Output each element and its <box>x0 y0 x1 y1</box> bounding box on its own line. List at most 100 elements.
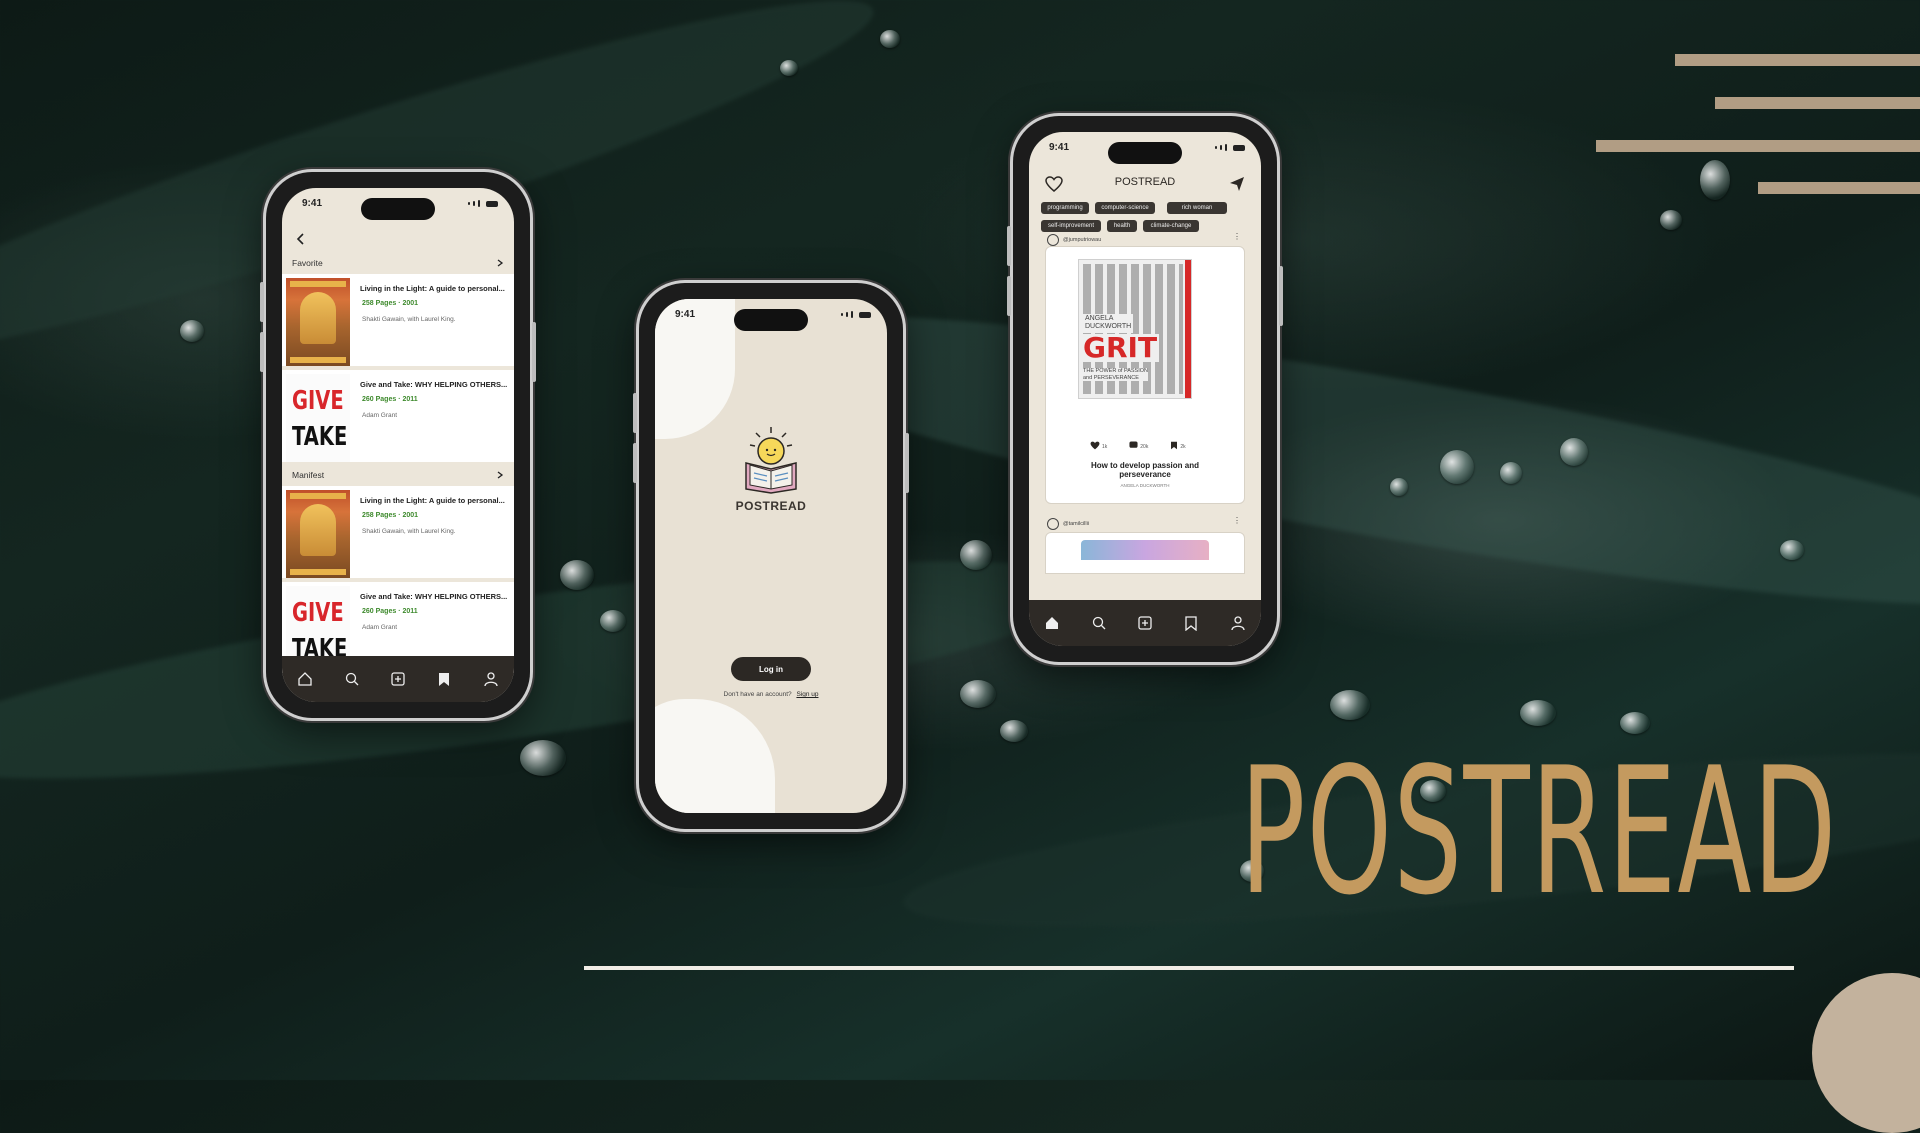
book-author: Adam Grant <box>362 624 398 631</box>
water-droplet <box>180 320 204 342</box>
post-author[interactable]: @tamilcillii <box>1047 518 1089 530</box>
background-leaf <box>0 517 1104 823</box>
search-icon[interactable] <box>341 668 363 690</box>
water-droplet <box>1000 720 1028 742</box>
water-droplet <box>520 740 566 776</box>
status-time: 9:41 <box>1049 142 1070 153</box>
water-droplet <box>600 610 626 632</box>
phone-side-button <box>633 443 637 483</box>
tag-chip[interactable]: rich woman <box>1167 202 1227 214</box>
tag-chip[interactable]: computer-science <box>1095 202 1155 214</box>
bookmark-icon[interactable] <box>433 668 455 690</box>
dynamic-island <box>1108 142 1182 164</box>
phone-side-button <box>260 332 264 372</box>
book-meta: 260 Pages · 2011 <box>362 396 418 403</box>
comment-count: 20k <box>1140 444 1149 450</box>
status-time: 9:41 <box>302 198 323 209</box>
book-row[interactable]: Living in the Light: A guide to personal… <box>282 274 514 366</box>
water-droplet <box>1500 462 1522 484</box>
save-count: 2k <box>1180 444 1186 450</box>
section-header-favorite[interactable]: Favorite <box>282 252 514 274</box>
cover-stripe <box>1185 260 1191 398</box>
phone-side-button <box>905 433 909 493</box>
book-title: Give and Take: WHY HELPING OTHERS... <box>360 592 508 601</box>
post-caption-sub: ANGELA DUCKWORTH <box>1120 483 1170 488</box>
background-blob <box>655 299 735 439</box>
book-meta: 260 Pages · 2011 <box>362 608 418 615</box>
back-icon[interactable] <box>294 232 308 246</box>
bookmark-icon[interactable] <box>1180 612 1202 634</box>
chevron-right-icon <box>497 259 504 267</box>
post-card[interactable]: ANGELA DUCKWORTH GRIT THE POWER of PASSI… <box>1045 246 1245 504</box>
post-author[interactable]: @jumputriowau <box>1047 234 1101 246</box>
tag-chip[interactable]: health <box>1107 220 1137 232</box>
water-droplet <box>560 560 594 590</box>
phone-side-button <box>633 393 637 433</box>
post-caption: How to develop passion and perseverance <box>1090 461 1199 480</box>
book-row[interactable]: GIVE TAKE Give and Take: WHY HELPING OTH… <box>282 370 514 462</box>
like-action[interactable]: 1k <box>1090 441 1107 450</box>
book-cover <box>286 490 350 578</box>
home-icon[interactable] <box>294 668 316 690</box>
section-header-manifest[interactable]: Manifest <box>282 464 514 486</box>
phone-side-button <box>260 282 264 322</box>
signup-link[interactable]: Sign up <box>796 691 818 698</box>
post-username: @tamilcillii <box>1063 521 1090 527</box>
tag-chip[interactable]: self-improvement <box>1041 220 1101 232</box>
book-cover: ANGELA DUCKWORTH GRIT THE POWER of PASSI… <box>1078 259 1192 399</box>
comment-icon <box>1129 441 1138 448</box>
phone-side-button <box>1279 266 1283 326</box>
book-cover <box>286 278 350 366</box>
more-options-icon[interactable]: ⋮ <box>1233 232 1241 241</box>
chevron-right-icon <box>497 471 504 479</box>
water-droplet <box>1560 438 1588 466</box>
avatar <box>1047 518 1059 530</box>
book-title: Living in the Light: A guide to personal… <box>360 284 505 293</box>
add-icon[interactable] <box>387 668 409 690</box>
status-icons <box>841 311 871 318</box>
status-icons <box>1215 144 1245 151</box>
cover-take-text: TAKE <box>292 422 348 452</box>
phone-side-button <box>532 322 536 382</box>
water-droplet <box>1780 540 1804 560</box>
add-icon[interactable] <box>1134 612 1156 634</box>
book-cover: GIVE TAKE <box>286 374 350 462</box>
section-label: Manifest <box>292 470 325 480</box>
avatar <box>1047 234 1059 246</box>
profile-icon[interactable] <box>480 668 502 690</box>
comment-action[interactable]: 20k <box>1129 441 1148 450</box>
postread-logo-icon <box>736 425 806 495</box>
home-icon[interactable] <box>1041 612 1063 634</box>
phone-side-button <box>1007 276 1011 316</box>
save-action[interactable]: 2k <box>1170 441 1186 450</box>
decorative-circle <box>1812 973 1920 1133</box>
water-droplet <box>780 60 798 76</box>
water-droplet <box>1330 690 1370 720</box>
status-icons <box>468 200 498 207</box>
feed-title: POSTREAD <box>1114 176 1176 188</box>
post-actions: 1k 20k 2k <box>1090 441 1186 450</box>
no-account-text: Don't have an account? <box>723 691 792 698</box>
profile-icon[interactable] <box>1227 612 1249 634</box>
dynamic-island <box>734 309 808 331</box>
more-options-icon[interactable]: ⋮ <box>1233 516 1241 525</box>
water-droplet <box>1390 478 1408 496</box>
phone-feed: 9:41 POSTREAD programming computer-scien… <box>1007 116 1283 662</box>
book-row[interactable]: Living in the Light: A guide to personal… <box>282 486 514 578</box>
search-icon[interactable] <box>1088 612 1110 634</box>
cover-author: ANGELA DUCKWORTH <box>1083 314 1134 333</box>
section-label: Favorite <box>292 258 323 268</box>
login-button[interactable]: Log in <box>731 657 811 681</box>
phone-login: 9:41 POSTREAD Log in Don't have an accou… <box>633 283 909 829</box>
tag-chip[interactable]: climate-change <box>1143 220 1199 232</box>
status-time: 9:41 <box>675 309 696 320</box>
tag-chip[interactable]: programming <box>1041 202 1089 214</box>
water-droplet <box>1660 210 1682 230</box>
like-count: 1k <box>1102 444 1108 450</box>
send-icon[interactable] <box>1229 176 1245 197</box>
water-droplet <box>960 680 996 708</box>
book-author: Shakti Gawain, with Laurel King. <box>362 528 456 535</box>
cover-subtitle: THE POWER of PASSION and PERSEVERANCE <box>1083 368 1148 382</box>
bookmark-icon <box>1171 441 1178 450</box>
water-droplet <box>880 30 900 48</box>
